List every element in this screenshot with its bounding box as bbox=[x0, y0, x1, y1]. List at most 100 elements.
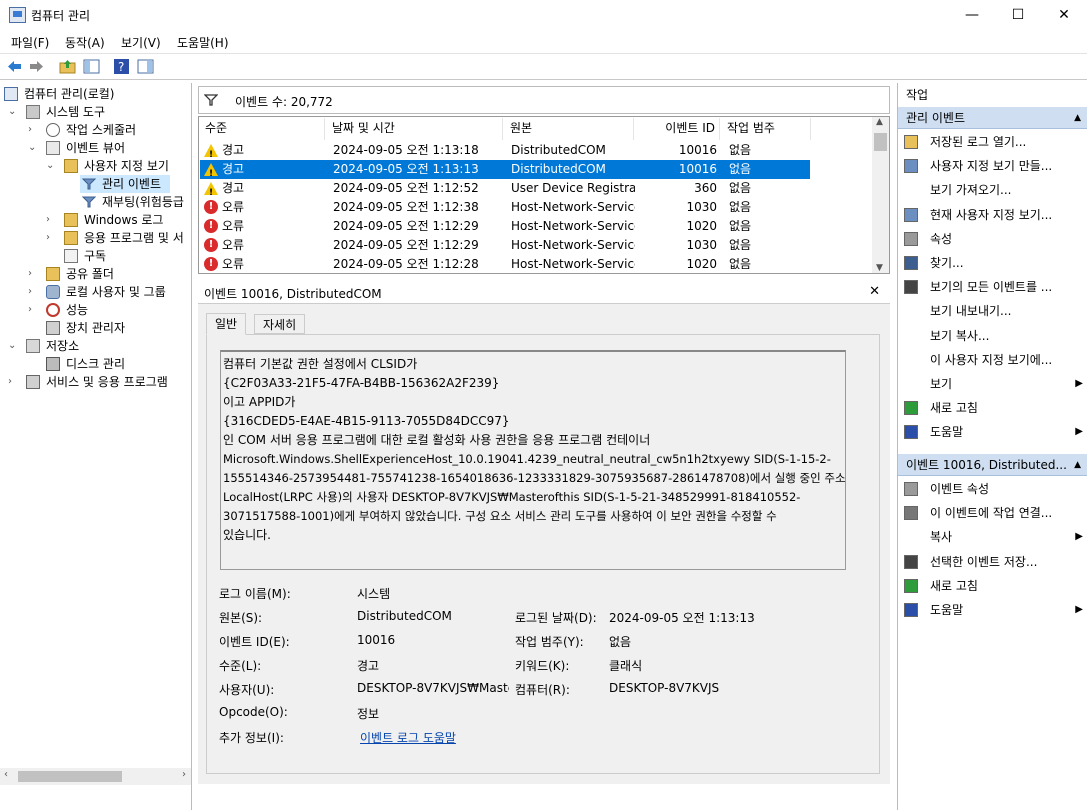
action-label: 찾기... bbox=[930, 256, 964, 270]
forward-arrow-icon[interactable] bbox=[28, 58, 45, 75]
action-item[interactable]: 이 이벤트에 작업 연결... bbox=[898, 502, 1087, 524]
collapse-section-icon[interactable]: ▲ bbox=[1074, 454, 1081, 476]
expand-chevron-icon[interactable]: › bbox=[28, 121, 38, 139]
tab-details[interactable]: 자세히 bbox=[254, 314, 306, 334]
source-value: DistributedCOM bbox=[357, 609, 452, 623]
expand-chevron-icon[interactable]: › bbox=[46, 229, 56, 247]
cell-source: Host-Network-Service bbox=[511, 219, 635, 233]
action-item[interactable]: 이 사용자 지정 보기에... bbox=[898, 349, 1087, 371]
menu-action[interactable]: 동작(A) bbox=[65, 34, 105, 51]
tree-item-disk-management[interactable]: 디스크 관리 bbox=[46, 355, 125, 373]
collapse-chevron-icon[interactable]: ⌄ bbox=[8, 103, 18, 121]
actions-section-admin-events[interactable]: 관리 이벤트 ▲ bbox=[898, 107, 1087, 129]
action-item[interactable]: 도움말 ▶ bbox=[898, 599, 1087, 621]
tree-item-system-tools[interactable]: ⌄ 시스템 도구 bbox=[8, 103, 105, 121]
action-item[interactable]: 보기 ▶ bbox=[898, 373, 1087, 395]
action-item[interactable]: 찾기... bbox=[898, 252, 1087, 274]
action-item[interactable]: 현재 사용자 지정 보기... bbox=[898, 204, 1087, 226]
tree-item-label: 로컬 사용자 및 그룹 bbox=[66, 285, 166, 299]
up-folder-icon[interactable] bbox=[59, 58, 76, 75]
action-item[interactable]: 보기 복사... bbox=[898, 325, 1087, 347]
tree-item-windows-logs[interactable]: › Windows 로그 bbox=[46, 211, 163, 229]
tree-item-services-apps[interactable]: › 서비스 및 응용 프로그램 bbox=[8, 373, 168, 391]
action-item[interactable]: 속성 bbox=[898, 228, 1087, 250]
expand-chevron-icon[interactable]: › bbox=[46, 211, 56, 229]
tree-item-performance[interactable]: › 성능 bbox=[28, 301, 88, 319]
column-header-event-id[interactable]: 이벤트 ID bbox=[635, 118, 720, 140]
show-hide-tree-icon[interactable] bbox=[83, 58, 100, 75]
table-row[interactable]: 경고 2024-09-05 오전 1:13:18 DistributedCOM 100… bbox=[200, 141, 872, 165]
tree-item-storage[interactable]: ⌄ 저장소 bbox=[8, 337, 79, 355]
event-log-help-link[interactable]: 이벤트 로그 도움말 bbox=[360, 729, 456, 746]
show-action-pane-icon[interactable] bbox=[137, 58, 154, 75]
scroll-thumb[interactable] bbox=[874, 133, 887, 151]
tree-horizontal-scrollbar[interactable]: ‹ › bbox=[0, 768, 191, 785]
column-header-level[interactable]: 수준 bbox=[199, 118, 325, 140]
collapse-chevron-icon[interactable]: ⌄ bbox=[46, 157, 56, 175]
actions-section-event[interactable]: 이벤트 10016, Distributed... ▲ bbox=[898, 454, 1087, 476]
cell-source: DistributedCOM bbox=[511, 162, 606, 176]
action-item[interactable]: 사용자 지정 보기 만들... bbox=[898, 155, 1087, 177]
tree-item-reboot[interactable]: 재부팅(위험등급 bbox=[80, 193, 192, 211]
table-row[interactable]: ! 오류 2024-09-05 오전 1:12:38 Host-Network-Ser… bbox=[200, 198, 872, 217]
tree-item-local-users[interactable]: › 로컬 사용자 및 그룹 bbox=[28, 283, 166, 301]
collapse-chevron-icon[interactable]: ⌄ bbox=[28, 139, 38, 157]
minimize-button[interactable]: — bbox=[949, 0, 995, 31]
scroll-left-icon[interactable]: ‹ bbox=[4, 769, 8, 780]
collapse-section-icon[interactable]: ▲ bbox=[1074, 107, 1081, 129]
action-item[interactable]: 새로 고침 bbox=[898, 397, 1087, 419]
close-detail-icon[interactable]: ✕ bbox=[869, 284, 880, 299]
expand-chevron-icon[interactable]: › bbox=[28, 301, 38, 319]
column-header-datetime[interactable]: 날짜 및 시간 bbox=[326, 118, 503, 140]
tab-general[interactable]: 일반 bbox=[206, 313, 247, 335]
tree-item-subscriptions[interactable]: 구독 bbox=[64, 247, 106, 265]
table-row[interactable]: 경고 2024-09-05 오전 1:13:13 DistributedCOM 100… bbox=[200, 160, 810, 184]
menu-help[interactable]: 도움말(H) bbox=[177, 34, 229, 51]
tree-item-task-scheduler[interactable]: › 작업 스케줄러 bbox=[28, 121, 136, 139]
expand-chevron-icon[interactable]: › bbox=[8, 373, 18, 391]
tree-item-event-viewer[interactable]: ⌄ 이벤트 뷰어 bbox=[28, 139, 125, 157]
table-row[interactable]: ! 오류 2024-09-05 오전 1:12:29 Host-Network-Ser… bbox=[200, 236, 872, 255]
menu-view[interactable]: 보기(V) bbox=[121, 34, 161, 51]
action-item[interactable]: 이벤트 속성 bbox=[898, 478, 1087, 500]
table-row[interactable]: ! 오류 2024-09-05 오전 1:12:29 Host-Network-Ser… bbox=[200, 217, 872, 236]
submenu-arrow-icon: ▶ bbox=[1075, 604, 1083, 615]
event-description[interactable]: 컴퓨터 기본값 권한 설정에서 CLSID가 {C2F03A33-21F5-47… bbox=[220, 350, 846, 570]
cell-category: 없음 bbox=[729, 162, 752, 176]
column-header-task-category[interactable]: 작업 범주 bbox=[721, 118, 811, 140]
opcode-label: Opcode(O): bbox=[219, 705, 288, 719]
scroll-up-icon[interactable]: ▲ bbox=[876, 117, 883, 127]
back-arrow-icon[interactable] bbox=[6, 58, 23, 75]
tree-item-app-logs[interactable]: › 응용 프로그램 및 서 bbox=[46, 229, 192, 247]
action-item[interactable]: 복사 ▶ bbox=[898, 526, 1087, 548]
description-line: {316CDED5-E4AE-4B15-9113-7055D84DCC97} bbox=[223, 414, 510, 428]
maximize-button[interactable]: ☐ bbox=[995, 0, 1041, 31]
filter-icon bbox=[82, 196, 96, 208]
menu-file[interactable]: 파일(F) bbox=[11, 34, 49, 51]
tree-item-shared-folders[interactable]: › 공유 폴더 bbox=[28, 265, 114, 283]
expand-chevron-icon[interactable]: › bbox=[28, 265, 38, 283]
action-item[interactable]: 보기 가져오기... bbox=[898, 179, 1087, 201]
table-row[interactable]: 경고 2024-09-05 오전 1:12:52 User Device Regis… bbox=[200, 179, 872, 203]
tree-item-custom-views[interactable]: ⌄ 사용자 지정 보기 bbox=[46, 157, 169, 175]
action-item[interactable]: 보기의 모든 이벤트를 ... bbox=[898, 276, 1087, 298]
event-list-vertical-scrollbar[interactable]: ▲ ▼ bbox=[872, 117, 889, 273]
collapse-chevron-icon[interactable]: ⌄ bbox=[8, 337, 18, 355]
expand-chevron-icon[interactable]: › bbox=[28, 283, 38, 301]
scroll-right-icon[interactable]: › bbox=[182, 769, 186, 780]
action-item[interactable]: 새로 고침 bbox=[898, 575, 1087, 597]
action-item[interactable]: 저장된 로그 열기... bbox=[898, 131, 1087, 153]
close-button[interactable]: ✕ bbox=[1041, 0, 1087, 31]
action-item[interactable]: 보기 내보내기... bbox=[898, 300, 1087, 322]
tree-item-root[interactable]: 컴퓨터 관리(로컬) bbox=[4, 85, 114, 103]
column-header-source[interactable]: 원본 bbox=[504, 118, 634, 140]
action-item[interactable]: 선택한 이벤트 저장... bbox=[898, 551, 1087, 573]
tree-item-admin-events[interactable]: 관리 이벤트 bbox=[80, 175, 170, 193]
tree-item-label: 공유 폴더 bbox=[66, 267, 114, 281]
scroll-down-icon[interactable]: ▼ bbox=[876, 263, 883, 273]
table-row[interactable]: ! 오류 2024-09-05 오전 1:12:28 Host-Network-Ser… bbox=[200, 255, 872, 273]
scroll-thumb[interactable] bbox=[18, 771, 122, 782]
tree-item-device-manager[interactable]: 장치 관리자 bbox=[46, 319, 125, 337]
help-icon[interactable]: ? bbox=[113, 58, 130, 75]
action-item[interactable]: 도움말 ▶ bbox=[898, 421, 1087, 443]
